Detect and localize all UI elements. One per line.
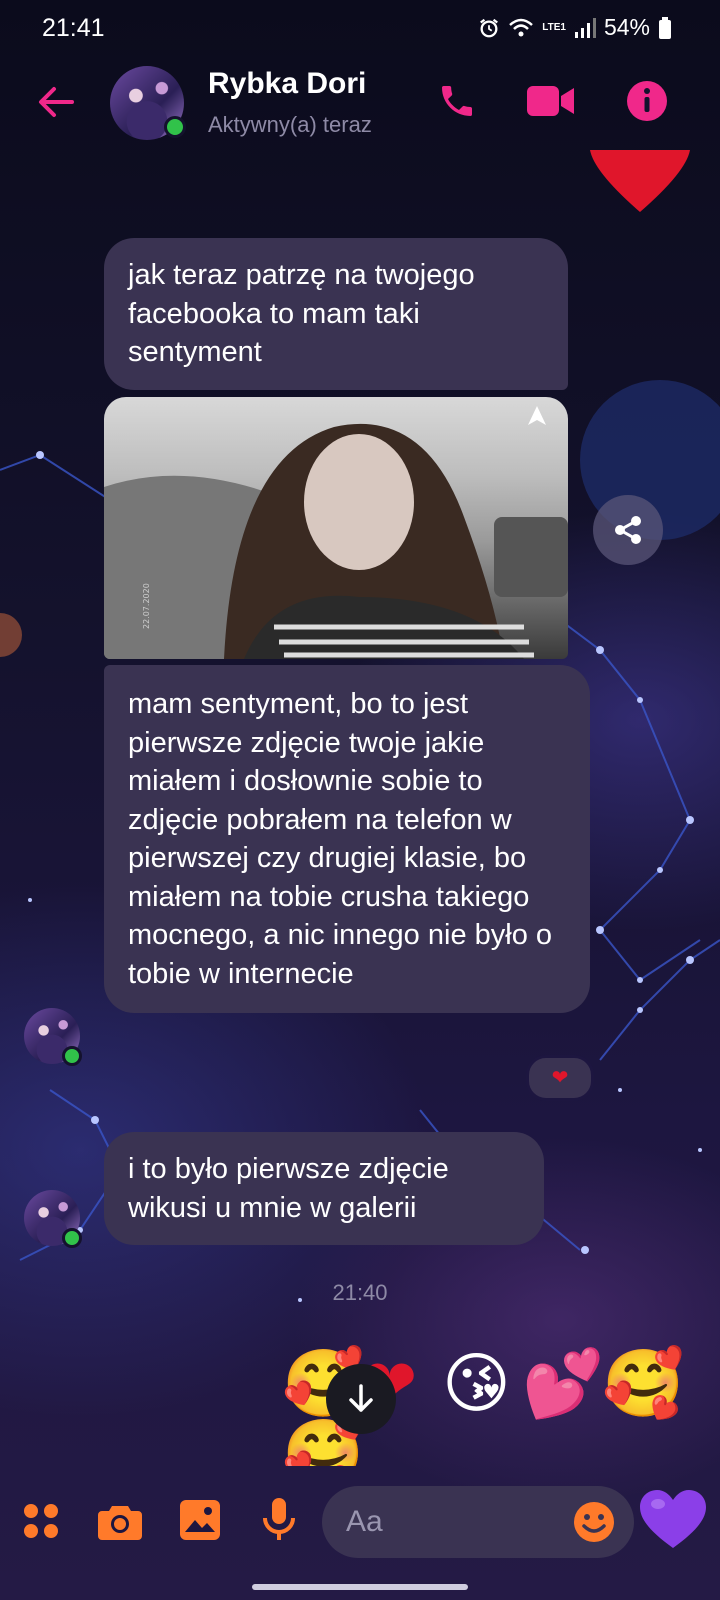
emoji-two-hearts: 💕: [522, 1345, 605, 1422]
message-text: jak teraz patrzę na twojego facebooka to…: [128, 259, 475, 368]
battery-percent: 54%: [603, 14, 650, 40]
smiley-icon[interactable]: [574, 1502, 614, 1542]
online-indicator: [164, 116, 186, 138]
wifi-icon: [509, 18, 534, 36]
online-indicator: [62, 1228, 82, 1248]
arrow-down-icon: [349, 1384, 373, 1412]
menu-dots-icon[interactable]: [22, 1502, 60, 1540]
share-icon: [615, 516, 641, 544]
emoji-smiling-hearts: 🥰: [602, 1345, 685, 1422]
share-button[interactable]: [593, 495, 663, 565]
message-timestamp: 21:40: [332, 1280, 388, 1305]
camera-icon[interactable]: [98, 1502, 142, 1540]
battery-icon: [659, 16, 671, 39]
chat-header: Rybka Dori Aktywny(a) teraz: [0, 60, 720, 150]
heart-reaction[interactable]: ❤: [526, 1055, 594, 1101]
message-input[interactable]: Aa: [322, 1486, 634, 1558]
emoji-kiss: 😘: [442, 1345, 511, 1422]
message-text: mam sentyment, bo to jest pierwsze zdjęc…: [128, 688, 553, 990]
photo-caption: 22.07.2020: [142, 583, 151, 629]
online-indicator: [62, 1046, 82, 1066]
heart-sticker: [590, 150, 690, 212]
contact-status: Aktywny(a) teraz: [208, 112, 372, 137]
back-arrow-icon[interactable]: [36, 82, 76, 122]
message-input-placeholder: Aa: [346, 1505, 383, 1538]
alarm-icon: [480, 18, 499, 37]
scroll-down-button[interactable]: [326, 1364, 396, 1434]
microphone-icon[interactable]: [262, 1498, 296, 1542]
phone-icon[interactable]: [437, 80, 477, 122]
gallery-icon[interactable]: [180, 1500, 220, 1540]
signal-icon: [574, 17, 596, 38]
photo-content: 22.07.2020: [104, 423, 568, 659]
message-bubble[interactable]: i to było pierwsze zdjęcie wikusi u mnie…: [104, 1132, 544, 1245]
home-indicator[interactable]: [252, 1584, 468, 1590]
contact-name[interactable]: Rybka Dori: [208, 67, 366, 101]
message-text: i to było pierwsze zdjęcie wikusi u mnie…: [128, 1153, 449, 1224]
info-icon[interactable]: [626, 80, 668, 122]
purple-heart-icon[interactable]: [640, 1490, 706, 1550]
status-icons: LTE1 54%: [478, 14, 672, 41]
status-time: 21:41: [42, 14, 105, 42]
photo-message[interactable]: 22.07.2020: [104, 397, 568, 659]
message-bubble[interactable]: mam sentyment, bo to jest pierwsze zdjęc…: [104, 665, 590, 1013]
navigation-arrow-icon: [528, 406, 546, 425]
status-bar: 21:41 LTE1 54%: [0, 0, 720, 56]
composer-bar: Aa: [0, 1476, 720, 1576]
video-camera-icon[interactable]: [527, 84, 575, 118]
lte-indicator: LTE1: [542, 21, 566, 33]
message-bubble[interactable]: jak teraz patrzę na twojego facebooka to…: [104, 238, 568, 390]
